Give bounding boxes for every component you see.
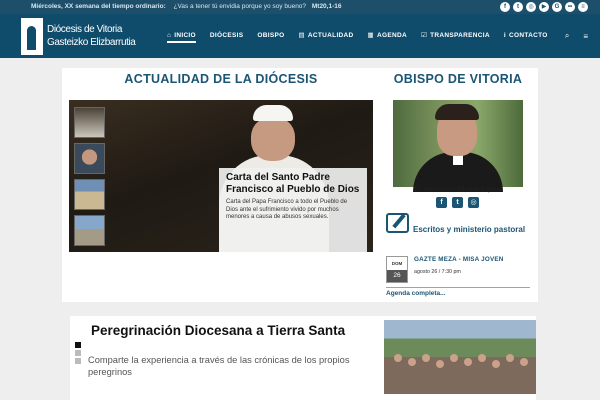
nav-agenda[interactable]: ▦ AGENDA: [361, 14, 414, 58]
nav-inicio[interactable]: ⌂ INICIO: [160, 14, 203, 58]
slide-title[interactable]: Carta del Santo Padre Francisco al Puebl…: [226, 172, 360, 195]
event-day: 26: [387, 270, 407, 282]
flickr-icon[interactable]: ••: [565, 2, 575, 12]
event-time: agosto 26 / 7:30 pm: [414, 269, 461, 275]
slide-caption[interactable]: Carta del Santo Padre Francisco al Puebl…: [219, 168, 367, 252]
nav-inicio-label: INICIO: [174, 32, 196, 39]
slider-thumbnails: [74, 107, 106, 251]
logo-mark-icon: [21, 18, 43, 55]
bishop-photo[interactable]: [393, 100, 523, 192]
twitter-icon[interactable]: t: [452, 197, 463, 208]
logo-line-1: Diócesis de Vitoria: [47, 24, 123, 35]
obispo-heading: OBISPO DE VITORIA: [393, 72, 523, 86]
agenda-complete-link[interactable]: Agenda completa...: [386, 290, 446, 297]
event-weekday: DOM: [387, 257, 407, 270]
google-plus-icon[interactable]: G: [552, 2, 562, 12]
nav-transparencia-label: TRANSPARENCIA: [430, 32, 490, 39]
pilgrimage-text: Comparte la experiencia a través de las …: [88, 355, 350, 377]
top-bar: Miércoles, XX semana del tiempo ordinari…: [0, 0, 600, 14]
liturgical-date: Miércoles, XX semana del tiempo ordinari…: [31, 3, 166, 10]
slider-thumbnail[interactable]: [74, 179, 105, 210]
slide-summary: Carta del Papa Francisco a todo el Puebl…: [226, 199, 348, 220]
bishop-name: D. Juan Carlos Elizalde Espinal: [414, 186, 502, 193]
info-icon: i: [503, 32, 506, 39]
slider-thumbnail[interactable]: [74, 143, 105, 174]
instagram-icon[interactable]: ◎: [526, 2, 536, 12]
youtube-icon[interactable]: ▶: [539, 2, 549, 12]
checkbox-icon: ☑: [420, 32, 428, 39]
nav-contacto[interactable]: i CONTACTO: [497, 14, 555, 58]
actualidad-heading: ACTUALIDAD DE LA DIÓCESIS: [124, 72, 318, 86]
instagram-icon[interactable]: ◎: [468, 197, 479, 208]
pager-dot[interactable]: [75, 358, 81, 364]
nav-agenda-label: AGENDA: [376, 32, 407, 39]
main-navbar: Diócesis de Vitoria Gasteizko Elizbarrut…: [0, 14, 600, 58]
event-date-badge: DOM 26: [386, 256, 408, 283]
search-icon[interactable]: ⌕: [565, 31, 569, 41]
agenda-event[interactable]: DOM 26 GAZTE MEZA - MISA JOVEN agosto 26…: [386, 256, 530, 284]
slider-thumbnail[interactable]: [74, 107, 105, 138]
newspaper-icon: ▤: [298, 32, 305, 39]
social-icons: f t ◎ ▶ G •• ≡: [500, 2, 588, 12]
hamburger-menu-icon[interactable]: ≡: [583, 32, 588, 41]
menu-icon[interactable]: ≡: [578, 2, 588, 12]
nav-contacto-label: CONTACTO: [508, 32, 548, 39]
nav-obispo-label: OBISPO: [257, 32, 285, 39]
slider-thumbnail[interactable]: [74, 215, 105, 246]
nav-diocesis[interactable]: DIÓCESIS: [203, 14, 250, 58]
divider: [386, 287, 530, 288]
home-icon: ⌂: [167, 32, 172, 39]
nav-icons: ⌕ ≡: [565, 14, 588, 58]
site-logo[interactable]: Diócesis de Vitoria Gasteizko Elizbarrut…: [21, 18, 151, 55]
nav-diocesis-label: DIÓCESIS: [209, 32, 244, 39]
facebook-icon[interactable]: f: [436, 197, 447, 208]
calendar-icon: ▦: [367, 32, 374, 39]
pager-dot[interactable]: [75, 342, 81, 348]
nav-actualidad-label: ACTUALIDAD: [307, 32, 354, 39]
nav-transparencia[interactable]: ☑ TRANSPARENCIA: [414, 14, 497, 58]
gospel-reading-link[interactable]: ¿Vas a tener tú envidia porque yo soy bu…: [174, 3, 307, 10]
nav-obispo[interactable]: OBISPO: [250, 14, 291, 58]
logo-line-2: Gasteizko Elizbarrutia: [47, 37, 136, 48]
pilgrimage-pager: [75, 342, 81, 366]
bishop-social-icons: f t ◎: [436, 197, 479, 208]
pilgrimage-group-photo[interactable]: [384, 320, 536, 394]
twitter-icon[interactable]: t: [513, 2, 523, 12]
event-title[interactable]: GAZTE MEZA - MISA JOVEN: [414, 256, 504, 263]
pilgrimage-title[interactable]: Peregrinación Diocesana a Tierra Santa: [91, 323, 345, 338]
escritos-label: Escritos y ministerio pastoral: [413, 225, 526, 234]
facebook-icon[interactable]: f: [500, 2, 510, 12]
gospel-reference[interactable]: Mt20,1-16: [312, 3, 342, 10]
nav-actualidad[interactable]: ▤ ACTUALIDAD: [291, 14, 360, 58]
pager-dot[interactable]: [75, 350, 81, 356]
main-menu: ⌂ INICIO DIÓCESIS OBISPO ▤ ACTUALIDAD ▦ AGE…: [160, 14, 555, 58]
